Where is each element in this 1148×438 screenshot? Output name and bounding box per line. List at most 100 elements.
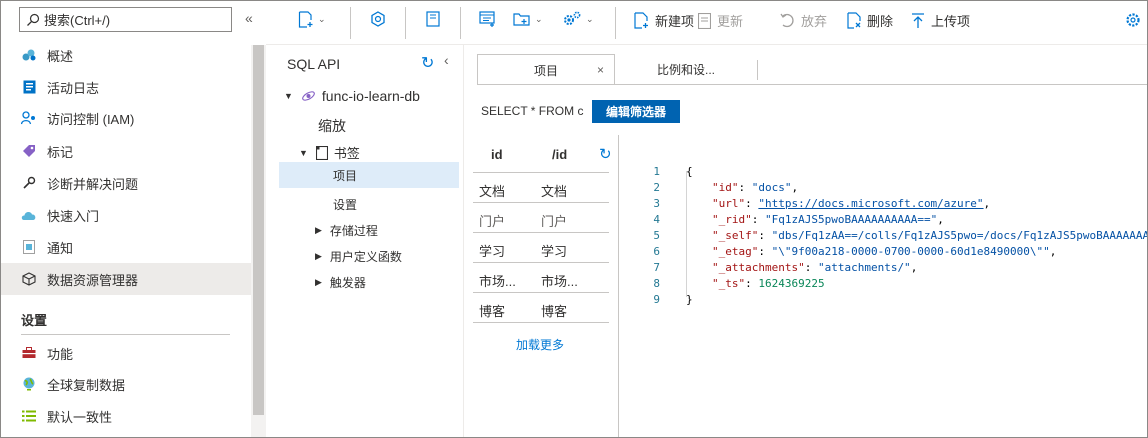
indent-guide xyxy=(686,171,687,297)
collapse-menu-icon[interactable]: « xyxy=(245,10,253,26)
new-sql-query-button[interactable] xyxy=(479,11,496,27)
nav-item-notifications[interactable]: 通知 xyxy=(1,231,251,263)
overview-icon xyxy=(21,47,37,63)
folder-query-icon xyxy=(513,13,530,26)
table-row[interactable]: 博客 博客 xyxy=(473,293,609,323)
delete-label: 删除 xyxy=(867,14,894,29)
nav-item-quickstart[interactable]: 快速入门 xyxy=(1,199,251,231)
nav-item-tags[interactable]: 标记 xyxy=(1,135,251,167)
table-row[interactable]: 市场... 市场... xyxy=(473,263,609,293)
cell-partition-key: 学习 xyxy=(541,244,568,259)
json-value-link[interactable]: "https://docs.microsoft.com/azure" xyxy=(758,197,983,210)
code-line: "id": "docs", xyxy=(712,181,799,194)
tag-icon xyxy=(21,143,37,159)
wrench-icon xyxy=(21,175,37,191)
settings-button[interactable] xyxy=(1125,12,1141,28)
table-row[interactable]: 学习 学习 xyxy=(473,233,609,263)
line-number: 4 xyxy=(653,213,660,226)
nav-item-label: 默认一致性 xyxy=(47,409,113,425)
code-line: "url": "https://docs.microsoft.com/azure… xyxy=(712,197,991,210)
tab-items[interactable]: 项目 × xyxy=(477,54,615,85)
nav-item-features[interactable]: 功能 xyxy=(1,337,251,369)
chevron-down-icon: ⌄ xyxy=(586,13,594,24)
scale-label: 缩放 xyxy=(318,118,346,134)
line-number: 8 xyxy=(653,277,660,290)
toolbar-separator xyxy=(615,7,616,39)
tree-node-scale[interactable]: 缩放 xyxy=(318,116,346,136)
delete-icon xyxy=(847,12,861,29)
stored-procedures-label: 存储过程 xyxy=(329,224,378,238)
code-open-brace: { xyxy=(686,165,693,178)
search-input[interactable]: 搜索(Ctrl+/) xyxy=(19,7,232,32)
tab-scale-settings[interactable]: 比例和设... xyxy=(615,54,757,85)
discard-button[interactable]: 放弃 xyxy=(780,11,827,30)
nav-item-activity-log[interactable]: 活动日志 xyxy=(1,71,251,103)
upload-item-button[interactable]: 上传项 xyxy=(911,11,970,30)
json-value: 1624369225 xyxy=(758,277,825,290)
tree-node-container[interactable]: ▼ 书签 xyxy=(299,143,360,162)
new-query-dropdown-button[interactable]: ⌄ xyxy=(513,11,543,27)
table-row[interactable]: 文档 文档 xyxy=(473,173,609,203)
upload-icon xyxy=(912,12,924,28)
nav-item-global-replication[interactable]: 全球复制数据 xyxy=(1,368,251,400)
tree-node-triggers[interactable]: ▶ 触发器 xyxy=(315,274,366,291)
settings-label: 设置 xyxy=(333,198,358,212)
app-window: 搜索(Ctrl+/) « 概述 活动日志 访问控制 (IAM) 标记 诊断并解决… xyxy=(0,0,1148,438)
notebook-button[interactable] xyxy=(426,11,440,27)
grid-header-row xyxy=(473,143,609,173)
hexagon-icon xyxy=(371,11,385,27)
update-button[interactable]: 更新 xyxy=(698,11,743,30)
notification-icon xyxy=(21,239,37,255)
nav-item-label: 快速入门 xyxy=(47,208,100,224)
json-value: "Fq1zAJS5pwoBAAAAAAAAAA==" xyxy=(765,213,938,226)
edit-filter-button[interactable]: 编辑筛选器 xyxy=(592,100,680,123)
tree-node-database[interactable]: ▼ func-io-learn-db xyxy=(284,88,420,104)
cloud-icon xyxy=(21,207,37,223)
nav-item-diagnose[interactable]: 诊断并解决问题 xyxy=(1,167,251,199)
cell-id: 博客 xyxy=(479,304,506,319)
nav-item-default-consistency[interactable]: 默认一致性 xyxy=(1,400,251,432)
tree-node-udf[interactable]: ▶ 用户定义函数 xyxy=(315,248,402,265)
tab-label: 项目 xyxy=(533,63,558,78)
cell-id: 文档 xyxy=(479,184,506,199)
divider xyxy=(21,334,230,335)
resource-tree: SQL API ↻ ‹ ▼ func-io-learn-db 缩放 ▼ 书签 项… xyxy=(266,45,464,437)
cell-partition-key: 文档 xyxy=(541,184,568,199)
settings-dropdown-button[interactable]: ⌄ xyxy=(562,11,594,27)
cube-icon xyxy=(21,271,37,287)
delete-button[interactable]: 删除 xyxy=(847,11,893,30)
nav-item-access-control[interactable]: 访问控制 (IAM) xyxy=(1,102,251,134)
tree-node-settings[interactable]: 设置 xyxy=(333,196,357,213)
cell-id: 门户 xyxy=(479,214,506,229)
new-item-button[interactable]: 新建项 xyxy=(634,11,694,30)
tree-node-stored-procedures[interactable]: ▶ 存储过程 xyxy=(315,222,378,239)
open-notebook-button[interactable] xyxy=(370,11,386,27)
load-more-link[interactable]: 加载更多 xyxy=(516,336,564,353)
update-icon xyxy=(698,12,711,29)
new-container-button[interactable]: ⌄ xyxy=(298,11,326,28)
nav-item-label: 活动日志 xyxy=(47,80,100,96)
gears-icon xyxy=(564,11,581,25)
nav-scrollbar-thumb[interactable] xyxy=(253,45,264,415)
sql-query-icon xyxy=(479,11,495,27)
nav-item-data-explorer[interactable]: 数据资源管理器 xyxy=(1,263,251,295)
toolbar-separator xyxy=(350,7,351,39)
refresh-icon[interactable]: ↻ xyxy=(421,53,434,73)
chevron-down-icon: ⌄ xyxy=(535,13,543,24)
search-placeholder: 搜索(Ctrl+/) xyxy=(44,13,111,28)
toolbar: ⌄ ⌄ ⌄ 新建项 更新 放弃 删除 上传项 xyxy=(266,1,1147,45)
close-icon[interactable]: × xyxy=(597,63,604,77)
expanded-triangle-icon: ▼ xyxy=(284,91,293,101)
tree-node-items[interactable]: 项目 xyxy=(279,162,459,188)
table-row[interactable]: 门户 门户 xyxy=(473,203,609,233)
nav-item-label: 概述 xyxy=(47,48,74,64)
line-number: 1 xyxy=(653,165,660,178)
code-line: "_self": "dbs/Fq1zAA==/colls/Fq1zAJS5pwo… xyxy=(712,229,1147,242)
code-close-brace: } xyxy=(686,293,693,306)
json-editor[interactable]: 1 2 3 4 5 6 7 8 9 { "id": "docs", "url":… xyxy=(620,135,1147,437)
upload-item-label: 上传项 xyxy=(931,14,971,29)
nav-item-overview[interactable]: 概述 xyxy=(1,39,251,71)
database-icon xyxy=(302,91,315,101)
collapse-tree-icon[interactable]: ‹ xyxy=(444,52,449,68)
collapsed-triangle-icon: ▶ xyxy=(315,225,322,235)
